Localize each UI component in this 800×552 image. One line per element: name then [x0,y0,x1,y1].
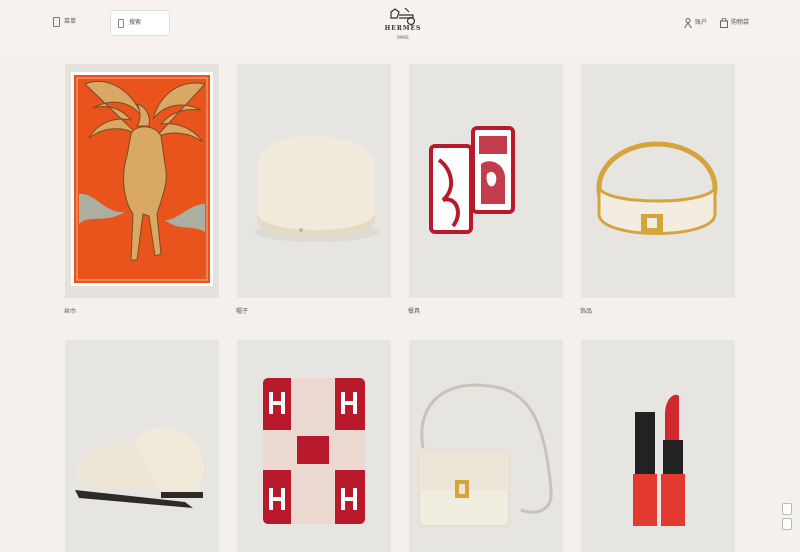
menu-icon [53,17,60,27]
person-icon [684,18,692,28]
bag-image[interactable] [409,340,563,552]
search-icon [118,18,124,28]
hat-icon [255,136,379,242]
tableware-image[interactable] [409,64,563,298]
product-label[interactable]: 丝巾 [64,306,76,315]
search-label: 搜索 [129,19,142,26]
bracelet-image[interactable] [581,64,735,298]
product-label[interactable]: 餐具 [408,306,420,315]
menu-label: 菜单 [64,18,77,25]
pillow-image[interactable] [237,340,391,552]
scroll-up-button[interactable] [782,503,792,515]
carriage-logo-icon [390,7,416,26]
scarf-image[interactable] [65,64,219,298]
cups-icon [429,126,515,234]
brand-name: HERMÈS [384,25,422,32]
search-box[interactable]: 搜索 [110,10,170,36]
brand-sub: PARIS [397,35,409,40]
brand-logo[interactable]: HERMÈS PARIS [383,6,423,42]
cart-label: 购物袋 [731,19,750,26]
site-header: 菜单 搜索 HERMÈS PARIS 账户 购物袋 [0,0,800,50]
shopping-bag-icon [720,18,728,28]
lipstick-icon [633,394,685,526]
menu-button[interactable]: 菜单 [53,17,76,27]
scarf-pegasus-icon [71,72,213,286]
scroll-down-button[interactable] [782,518,792,530]
lipstick-image[interactable] [581,340,735,552]
constance-bag-icon [418,383,553,527]
account-label: 账户 [695,19,708,26]
hat-image[interactable] [237,64,391,298]
h-pillow-icon [263,378,365,524]
product-label[interactable]: 帽子 [236,306,248,315]
cart-button[interactable]: 购物袋 [720,18,749,28]
product-label[interactable]: 饰品 [580,306,592,315]
account-button[interactable]: 账户 [684,18,707,28]
sandals-image[interactable] [65,340,219,552]
bracelet-icon [596,141,718,235]
fur-sandals-icon [75,427,204,508]
